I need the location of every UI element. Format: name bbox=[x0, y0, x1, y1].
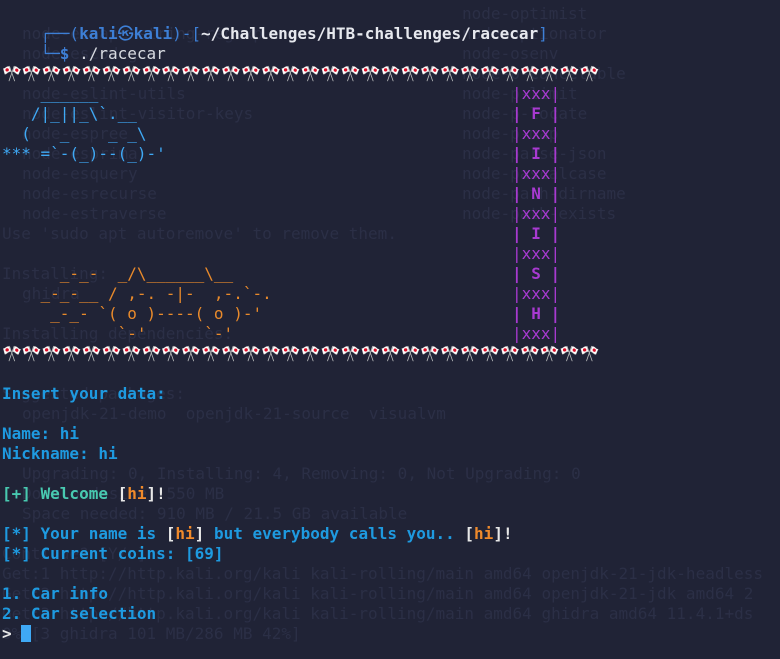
car-ascii-line: ( _ _ _\ bbox=[2, 124, 147, 143]
name-msg-mid: but everybody calls you.. bbox=[204, 524, 465, 543]
car-ascii-line: _-_- `( o )----( o )-' bbox=[2, 304, 263, 323]
bracket-close: ]! bbox=[493, 524, 513, 543]
flag-border-bottom: 🎌🎌🎌🎌🎌🎌🎌🎌🎌🎌🎌🎌🎌🎌🎌🎌🎌🎌🎌🎌🎌🎌🎌🎌🎌🎌🎌🎌🎌🎌 bbox=[2, 344, 600, 363]
prompt-bracket-end: ] bbox=[538, 24, 548, 43]
finish-line-cell: |xxx| bbox=[512, 284, 561, 303]
command-line: └─$ ./racecar bbox=[2, 24, 166, 63]
prompt-dollar: $ bbox=[59, 44, 70, 63]
welcome-prefix: [+] Welcome bbox=[2, 484, 118, 503]
name-msg-nick: hi bbox=[474, 524, 494, 543]
name-line: Name: hi bbox=[2, 424, 79, 444]
finish-line-cell: |xxx| bbox=[512, 324, 561, 343]
name-value: hi bbox=[59, 424, 80, 443]
car-ascii-line: ______ bbox=[2, 84, 99, 103]
bracket-close: ] bbox=[194, 524, 205, 543]
insert-data-heading: Insert your data: bbox=[2, 384, 166, 403]
flag-border-top: 🎌🎌🎌🎌🎌🎌🎌🎌🎌🎌🎌🎌🎌🎌🎌🎌🎌🎌🎌🎌🎌🎌🎌🎌🎌🎌🎌🎌🎌🎌 bbox=[2, 64, 600, 83]
finish-line-cell: | H | bbox=[512, 304, 561, 323]
name-message: [*] Your name is [hi] but everybody call… bbox=[2, 524, 513, 544]
finish-line-cell: |xxx| bbox=[512, 84, 561, 103]
coins-message: [*] Current coins: [69] bbox=[2, 544, 224, 563]
nickname-label: Nickname: bbox=[2, 444, 99, 463]
bracket-open: [ bbox=[464, 524, 475, 543]
name-msg-prefix: [*] Your name is bbox=[2, 524, 166, 543]
prompt-corner-bottom: └─ bbox=[40, 44, 60, 63]
finish-line-cell: | I | bbox=[512, 224, 561, 243]
menu-item-car-info[interactable]: 1. Car info bbox=[2, 584, 108, 604]
finish-line-cell: | F | bbox=[512, 104, 561, 123]
car-ascii-line: /|_||_\`.__ bbox=[2, 104, 137, 123]
input-prompt: > bbox=[2, 624, 22, 643]
terminal-window[interactable]: ┌──(kali㉿kali)-[~/Challenges/HTB-challen… bbox=[0, 0, 780, 659]
finish-line-cell: |xxx| bbox=[512, 244, 561, 263]
name-msg-name: hi bbox=[175, 524, 195, 543]
finish-line-cell: |xxx| bbox=[512, 204, 561, 223]
car-ascii-line: `-' `-' bbox=[2, 324, 234, 343]
finish-line-cell: |xxx| bbox=[512, 124, 561, 143]
finish-line-cell: | S | bbox=[512, 264, 561, 283]
car-ascii-line: _-_- _/\______\__ bbox=[2, 264, 234, 283]
bracket-close: ]! bbox=[146, 484, 166, 503]
name-label: Name: bbox=[2, 424, 60, 443]
bracket-open: [ bbox=[117, 484, 128, 503]
menu-item-car-selection[interactable]: 2. Car selection bbox=[2, 604, 156, 624]
command-text: ./racecar bbox=[69, 44, 166, 63]
finish-line-cell: | I | bbox=[512, 144, 561, 163]
prompt-line: ┌──(kali㉿kali)-[~/Challenges/HTB-challen… bbox=[2, 4, 548, 43]
input-line[interactable]: > bbox=[2, 624, 32, 644]
finish-line-cell: |xxx| bbox=[512, 164, 561, 183]
prompt-path: ~/Challenges/HTB-challenges/racecar bbox=[201, 24, 539, 43]
welcome-message: [+] Welcome [hi]! bbox=[2, 484, 166, 504]
bracket-open: [ bbox=[165, 524, 176, 543]
car-ascii-line: _-_-__ / ,-. -|- ,-.`-. bbox=[2, 284, 272, 303]
welcome-name: hi bbox=[127, 484, 147, 503]
terminal-cursor[interactable] bbox=[21, 625, 32, 642]
nickname-line: Nickname: hi bbox=[2, 444, 118, 464]
nickname-value: hi bbox=[98, 444, 118, 463]
prompt-separator: )-[ bbox=[172, 24, 202, 43]
finish-line-cell: | N | bbox=[512, 184, 561, 203]
car-ascii-line: *** =`-(_)--(_)-' bbox=[2, 144, 166, 163]
